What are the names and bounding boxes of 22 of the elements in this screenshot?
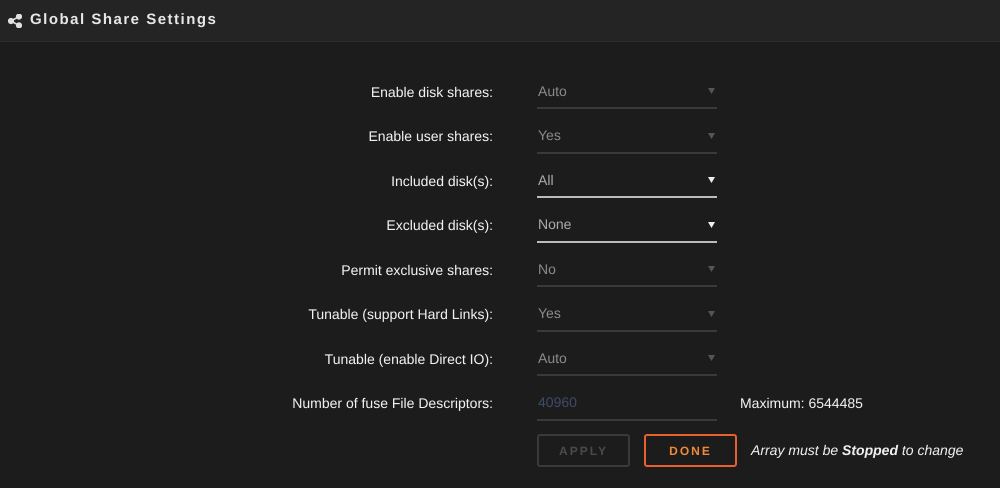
setting-label: Permit exclusive shares: xyxy=(340,260,493,280)
share-icon xyxy=(8,14,22,28)
caret-icon xyxy=(708,222,715,228)
caret-icon xyxy=(708,310,715,317)
setting-label: Excluded disk(s): xyxy=(385,216,493,236)
setting-label: Tunable (support Hard Links): xyxy=(307,305,493,324)
caret-icon xyxy=(708,132,715,139)
maximum-note: Maximum: 6544485 xyxy=(740,394,863,414)
caret-icon xyxy=(708,88,715,94)
done-button[interactable]: DONE xyxy=(644,434,737,467)
select-field[interactable]: All xyxy=(537,164,717,198)
setting-label: Tunable (enable Direct IO): xyxy=(324,350,493,369)
setting-label: Enable user shares: xyxy=(367,127,493,146)
setting-label: Included disk(s): xyxy=(390,172,493,191)
caret-icon xyxy=(708,177,715,184)
select-field[interactable]: None xyxy=(537,208,717,243)
setting-label: Enable disk shares: xyxy=(370,82,493,102)
status-message: Array must be Stopped to change xyxy=(751,441,964,460)
caret-icon xyxy=(708,266,715,272)
panel-title: Global Share Settings xyxy=(30,10,218,30)
caret-icon xyxy=(708,355,715,362)
setting-label: Number of fuse File Descriptors: xyxy=(291,394,493,414)
